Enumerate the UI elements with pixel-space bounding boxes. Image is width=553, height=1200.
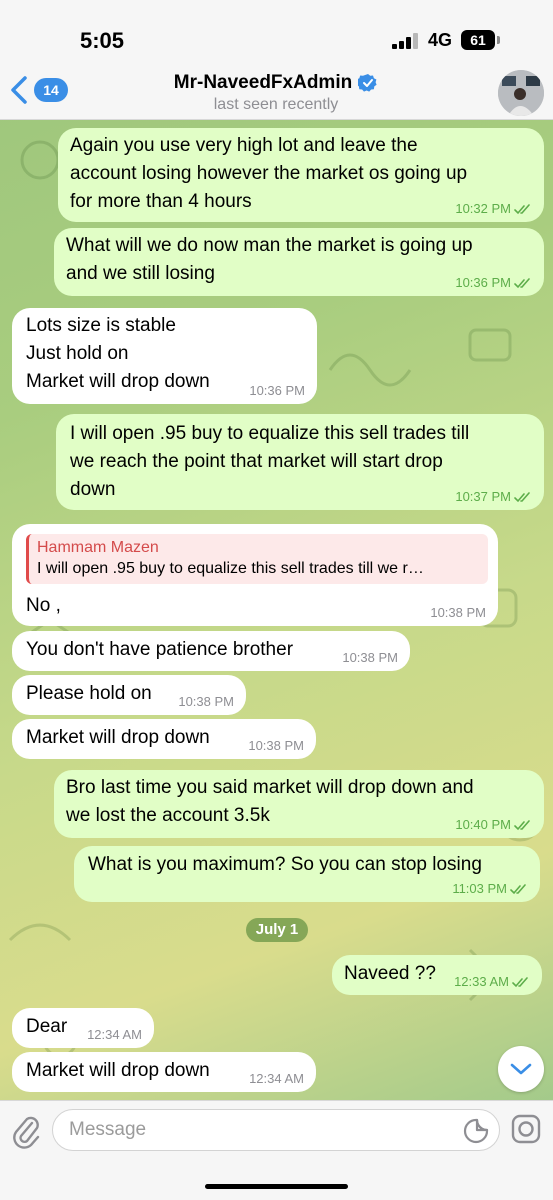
message-meta: 10:38 PM [342, 651, 398, 665]
message-time: 10:36 PM [249, 383, 305, 398]
message-time: 10:38 PM [342, 650, 398, 665]
message-bubble-incoming-reply[interactable]: Hammam Mazen I will open .95 buy to equa… [12, 524, 498, 626]
message-bubble-incoming[interactable]: Dear 12:34 AM [12, 1008, 154, 1048]
message-time: 10:36 PM [455, 275, 511, 290]
message-bubble-incoming[interactable]: Market will drop down 10:38 PM [12, 719, 316, 759]
message-bubble-outgoing[interactable]: What is you maximum? So you can stop los… [74, 846, 540, 902]
message-meta: 10:38 PM [430, 606, 486, 620]
message-time: 10:38 PM [430, 605, 486, 620]
message-time: 10:38 PM [178, 694, 234, 709]
message-meta: 10:36 PM [249, 384, 305, 398]
battery-icon: 61 [461, 30, 495, 50]
message-meta: 10:40 PM [455, 818, 532, 832]
message-time: 12:33 AM [454, 974, 509, 989]
reply-quote[interactable]: Hammam Mazen I will open .95 buy to equa… [26, 534, 488, 584]
message-meta: 10:38 PM [178, 695, 234, 709]
read-ticks-icon [512, 976, 528, 987]
network-type: 4G [428, 30, 453, 50]
message-time: 10:37 PM [455, 489, 511, 504]
read-ticks-icon [514, 277, 530, 288]
status-time: 5:05 [80, 28, 125, 53]
message-time: 12:34 AM [249, 1071, 304, 1086]
status-bar: 5:05 4G 61 [0, 0, 553, 62]
message-meta: 12:33 AM [454, 975, 530, 989]
back-button[interactable]: 14 [8, 72, 68, 108]
message-bubble-outgoing[interactable]: Naveed ?? 12:33 AM [332, 955, 542, 995]
message-meta: 10:38 PM [248, 739, 304, 753]
camera-icon[interactable] [510, 1113, 542, 1145]
message-bubble-outgoing[interactable]: Again you use very high lot and leave th… [58, 128, 544, 222]
message-bubble-outgoing[interactable]: What will we do now man the market is go… [54, 228, 544, 296]
attach-icon[interactable] [10, 1111, 42, 1151]
message-time: 10:38 PM [248, 738, 304, 753]
message-meta: 12:34 AM [87, 1028, 142, 1042]
home-indicator [205, 1184, 348, 1189]
avatar-image [498, 70, 544, 116]
sticker-icon[interactable] [462, 1117, 490, 1145]
message-bubble-incoming[interactable]: Lots size is stable Just hold on Market … [12, 308, 317, 404]
signal-icon [392, 33, 422, 49]
message-meta: 10:37 PM [455, 490, 532, 504]
avatar[interactable] [498, 70, 544, 116]
message-bubble-incoming[interactable]: You don't have patience brother 10:38 PM [12, 631, 410, 671]
message-meta: 12:34 AM [249, 1072, 304, 1086]
contact-info[interactable]: Mr-NaveedFxAdmin last seen recently [120, 72, 432, 114]
contact-name: Mr-NaveedFxAdmin [173, 72, 353, 93]
message-time: 12:34 AM [87, 1027, 142, 1042]
date-separator: July 1 [246, 918, 308, 942]
chat-header: 14 Mr-NaveedFxAdmin last seen recently [0, 62, 553, 120]
read-ticks-icon [514, 203, 530, 214]
message-meta: 10:36 PM [455, 276, 532, 290]
reply-author: Hammam Mazen [37, 539, 159, 556]
message-bubble-incoming[interactable]: Market will drop down 12:34 AM [12, 1052, 316, 1092]
reply-text: I will open .95 buy to equalize this sel… [37, 560, 424, 577]
battery-tip [497, 36, 500, 44]
message-meta: 10:32 PM [455, 202, 532, 216]
unread-count-badge: 14 [34, 78, 68, 102]
contact-last-seen: last seen recently [213, 96, 339, 113]
message-time: 10:32 PM [455, 201, 511, 216]
message-meta: 11:03 PM [452, 882, 528, 896]
read-ticks-icon [514, 819, 530, 830]
message-bubble-outgoing[interactable]: Bro last time you said market will drop … [54, 770, 544, 838]
scroll-down-icon [510, 1063, 532, 1075]
message-bubble-incoming[interactable]: Please hold on 10:38 PM [12, 675, 246, 715]
message-time: 10:40 PM [455, 817, 511, 832]
message-text: What is you maximum? So you can stop los… [88, 854, 482, 875]
read-ticks-icon [510, 883, 526, 894]
composer-bar [0, 1100, 553, 1200]
message-bubble-outgoing[interactable]: I will open .95 buy to equalize this sel… [56, 414, 544, 510]
message-text: No , [26, 595, 61, 616]
verified-badge-icon [358, 74, 377, 92]
message-time: 11:03 PM [452, 881, 507, 896]
read-ticks-icon [514, 491, 530, 502]
back-chevron-icon [11, 76, 27, 104]
scroll-down-button[interactable] [498, 1046, 544, 1092]
message-input[interactable] [52, 1109, 500, 1151]
